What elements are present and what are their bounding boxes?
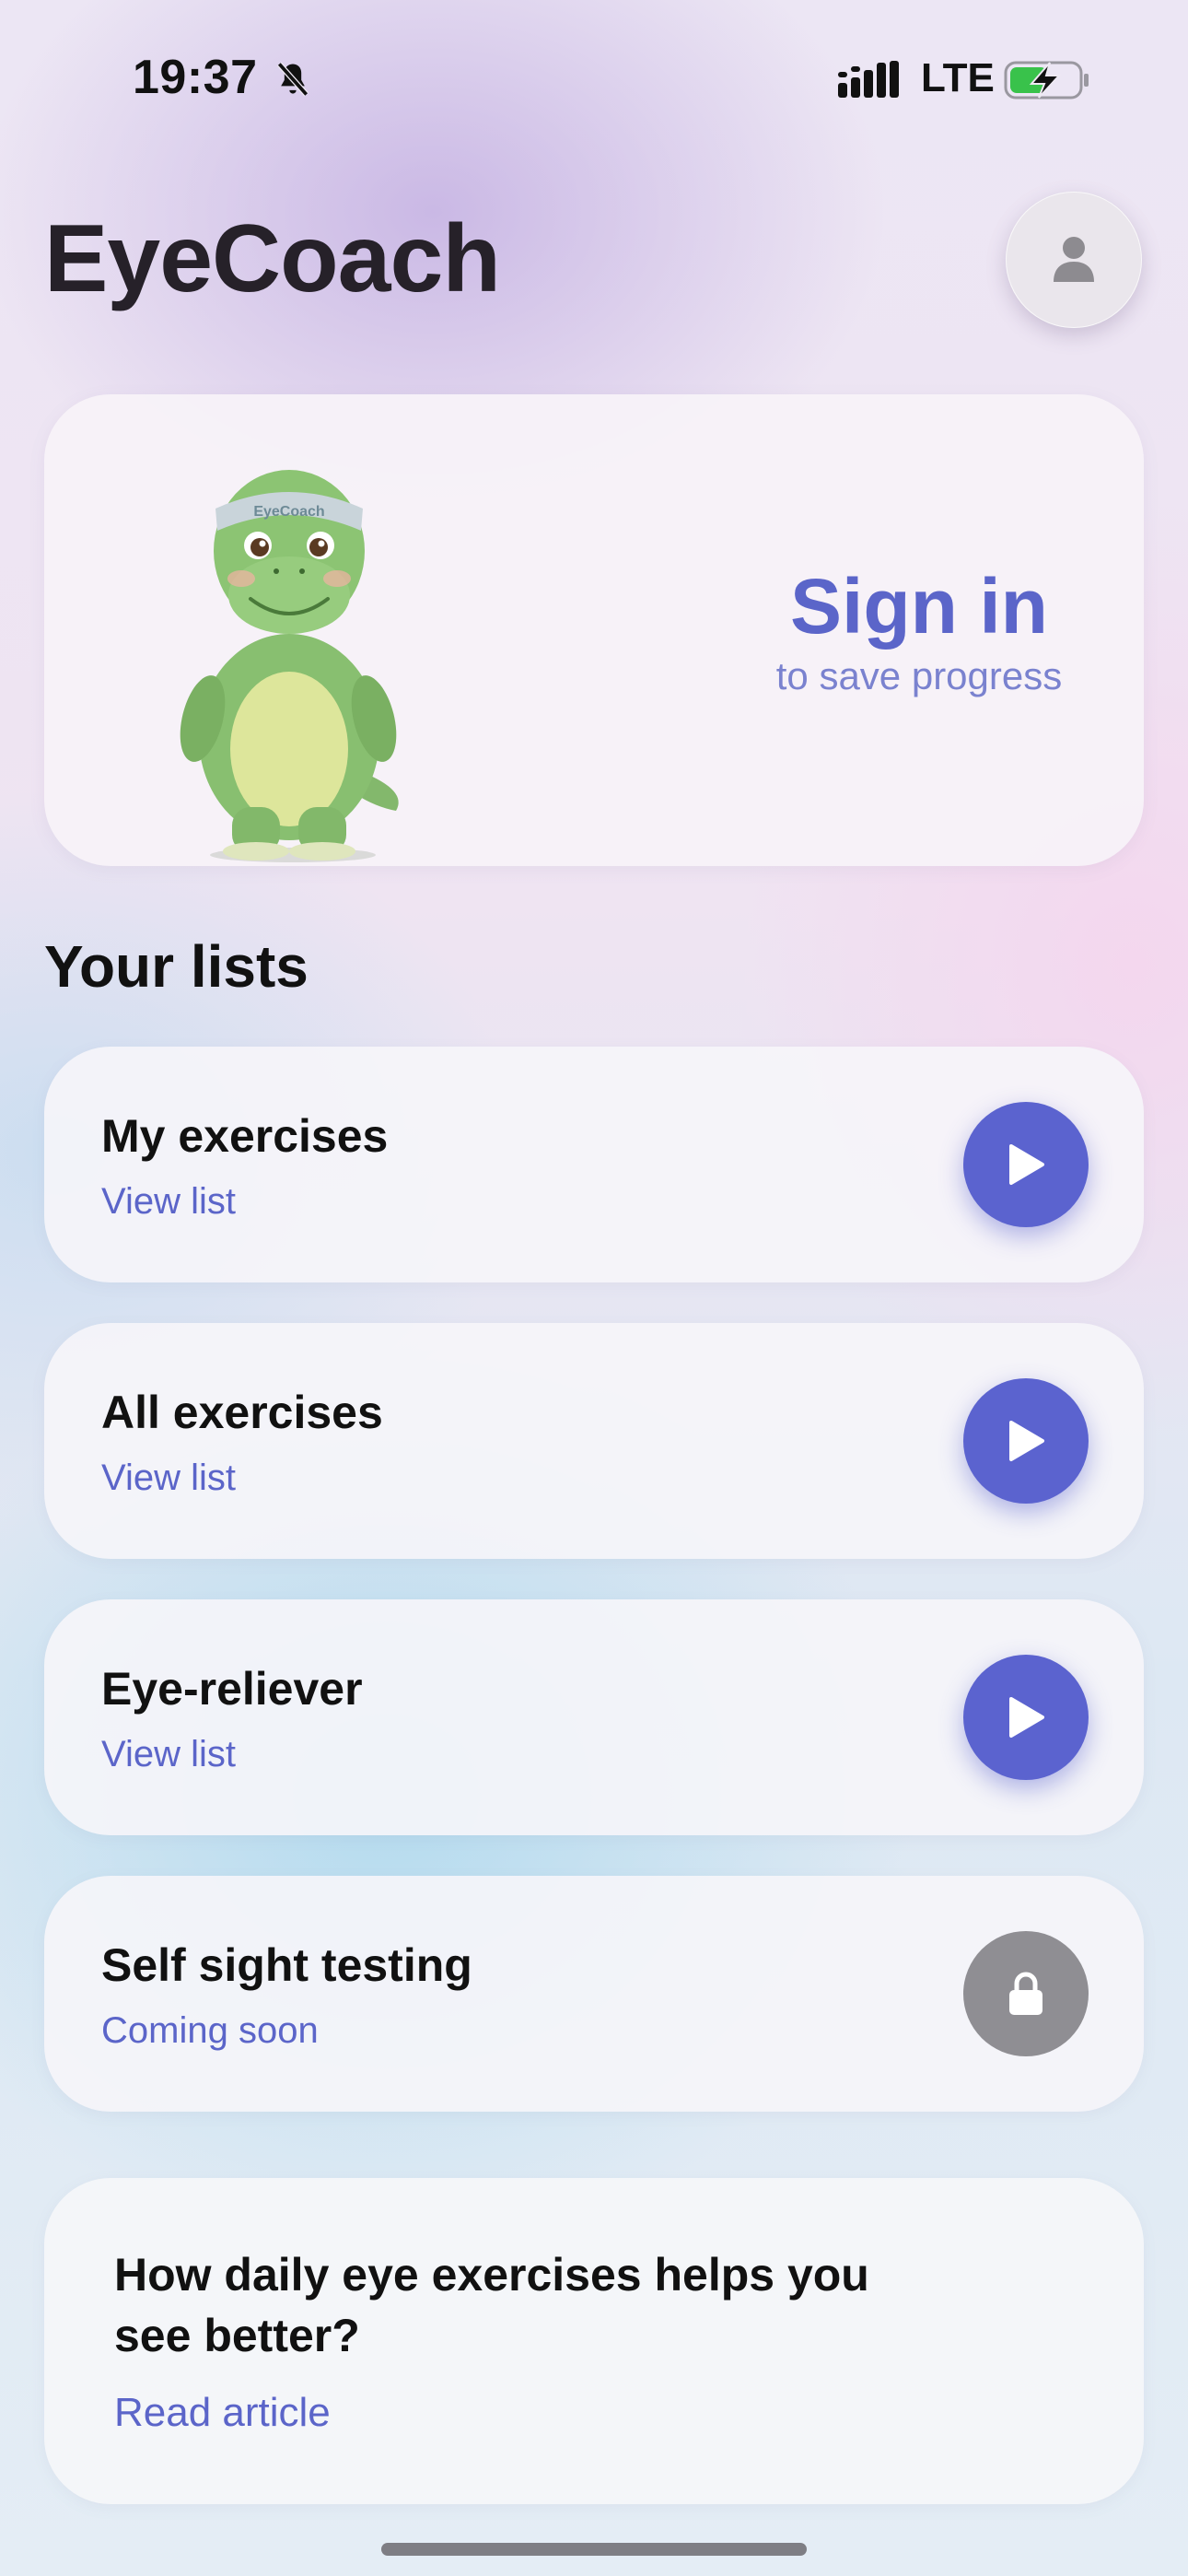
signin-card[interactable]: EyeCoach Sign in to save progress [44,394,1144,866]
person-icon [1054,237,1094,282]
play-button[interactable] [963,1655,1089,1780]
play-button[interactable] [963,1378,1089,1504]
svg-text:EyeCoach: EyeCoach [253,504,324,520]
locked-button [963,1931,1089,2056]
section-title-your-lists: Your lists [44,933,309,1000]
read-article-link[interactable]: Read article [114,2390,331,2436]
view-list-link[interactable]: View list [101,1734,236,1775]
app-title: EyeCoach [44,205,501,312]
list-item-title: My exercises [101,1110,389,1162]
signin-title[interactable]: Sign in [707,562,1131,651]
bell-slash-icon [277,62,309,97]
play-icon [1009,1421,1044,1461]
list-item-all-exercises[interactable]: All exercises View list [44,1323,1144,1559]
battery-charging-icon [1004,61,1089,100]
dinosaur-mascot-illustration: EyeCoach [180,470,399,862]
view-list-link[interactable]: View list [101,1181,236,1223]
list-item-title: Self sight testing [101,1939,472,1991]
article-card[interactable]: How daily eye exercises helps you see be… [44,2178,1144,2504]
play-icon [1009,1697,1044,1738]
list-item-title: All exercises [101,1387,383,1438]
list-item-self-sight-testing: Self sight testing Coming soon [44,1876,1144,2112]
view-list-link[interactable]: View list [101,1458,236,1499]
play-button[interactable] [963,1102,1089,1227]
profile-button[interactable] [1006,192,1142,328]
play-icon [1009,1144,1044,1185]
list-item-title: Eye-reliever [101,1663,363,1715]
status-time: 19:37 [133,51,258,104]
article-title: How daily eye exercises helps you see be… [114,2249,869,2361]
status-bar: 19:37 LTE [0,0,1188,157]
signin-subtitle: to save progress [775,654,1063,697]
lock-icon [1009,1972,1042,2015]
coming-soon-label: Coming soon [101,2010,319,2051]
list-item-eye-reliever[interactable]: Eye-reliever View list [44,1599,1144,1835]
list-item-my-exercises[interactable]: My exercises View list [44,1047,1144,1282]
home-indicator[interactable] [381,2543,807,2556]
signal-icon [838,61,899,98]
network-label: LTE [921,55,995,100]
